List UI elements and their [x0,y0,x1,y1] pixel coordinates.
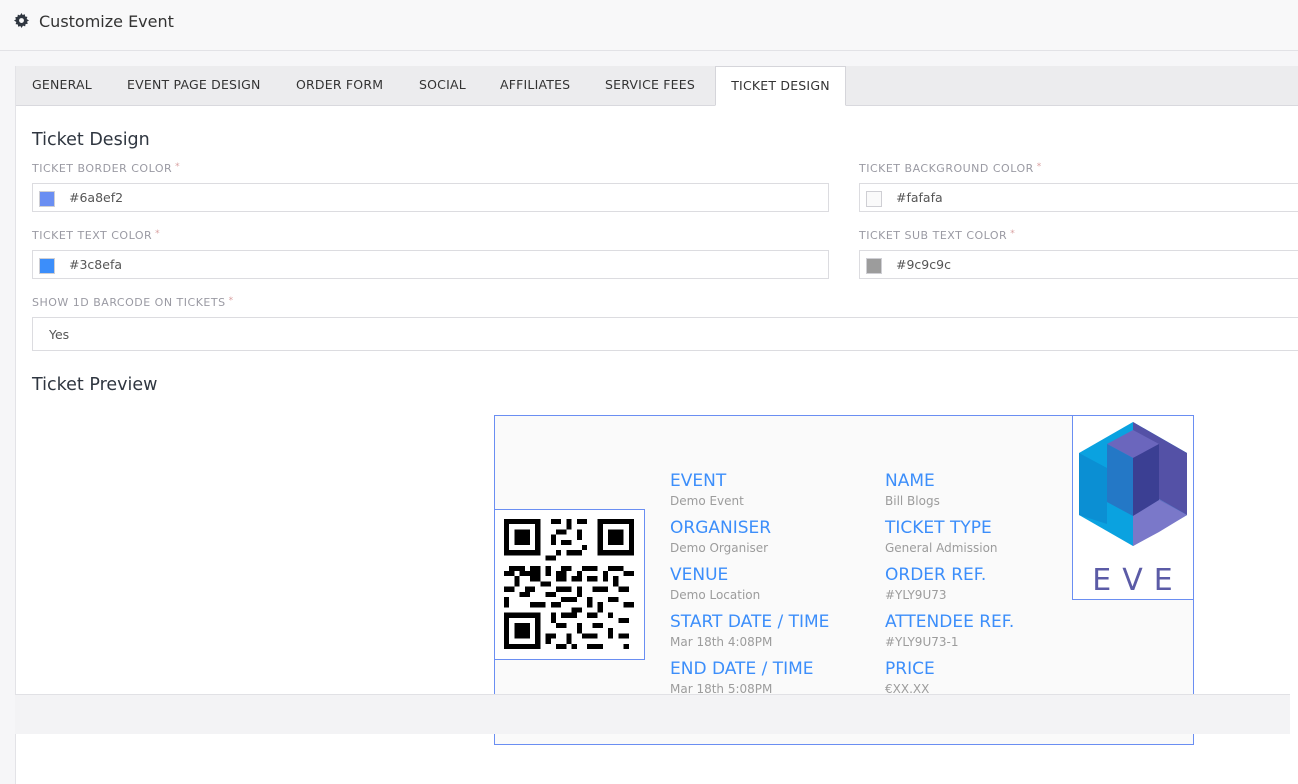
logo-cube-icon [1079,422,1187,546]
footer-bar [15,694,1290,734]
ticket-field-venue: VENUE Demo Location [670,565,761,602]
background-color-swatch[interactable] [866,191,882,207]
sub-text-color-input[interactable]: #9c9c9c [859,250,1298,279]
border-color-swatch[interactable] [39,191,55,207]
border-color-label: TICKET BORDER COLOR * [32,162,181,175]
modal-title: Customize Event [39,12,174,31]
sub-text-color-label: TICKET SUB TEXT COLOR * [859,229,1016,242]
border-color-input[interactable]: #6a8ef2 [32,183,829,212]
barcode-select[interactable]: Yes [32,317,1298,351]
tab-event-page-design[interactable]: EVENT PAGE DESIGN [127,66,261,106]
ticket-field-attendee-ref: ATTENDEE REF. #YLY9U73-1 [885,612,1015,649]
customize-panel: GENERAL EVENT PAGE DESIGN ORDER FORM SOC… [15,66,1298,784]
ticket-field-order-ref: ORDER REF. #YLY9U73 [885,565,987,602]
ticket-field-organiser: ORGANISER Demo Organiser [670,518,772,555]
ticket-preview-heading: Ticket Preview [32,375,158,395]
tab-affiliates[interactable]: AFFILIATES [500,66,570,106]
event-logo: EVE [1072,415,1194,600]
ticket-field-type: TICKET TYPE General Admission [885,518,998,555]
tab-ticket-design[interactable]: TICKET DESIGN [715,66,846,106]
qr-code [494,509,645,660]
text-color-label: TICKET TEXT COLOR * [32,229,161,242]
sub-text-color-swatch[interactable] [866,258,882,274]
tab-bar: GENERAL EVENT PAGE DESIGN ORDER FORM SOC… [16,66,1298,106]
tab-order-form[interactable]: ORDER FORM [296,66,383,106]
text-color-input[interactable]: #3c8efa [32,250,829,279]
background-color-label: TICKET BACKGROUND COLOR * [859,162,1042,175]
tab-general[interactable]: GENERAL [32,66,92,106]
ticket-field-start: START DATE / TIME Mar 18th 4:08PM [670,612,830,649]
ticket-design-heading: Ticket Design [32,130,150,150]
ticket-field-end: END DATE / TIME Mar 18th 5:08PM [670,659,814,696]
ticket-field-event: EVENT Demo Event [670,471,744,508]
gear-icon [14,13,29,28]
ticket-field-name: NAME Bill Blogs [885,471,940,508]
tab-service-fees[interactable]: SERVICE FEES [605,66,695,106]
background-color-input[interactable]: #fafafa [859,183,1298,212]
tab-social[interactable]: SOCIAL [419,66,466,106]
barcode-label: SHOW 1D BARCODE ON TICKETS * [32,296,234,309]
qr-code-icon [504,519,634,649]
modal-header: Customize Event [0,0,1298,51]
ticket-field-price: PRICE €XX.XX [885,659,935,696]
logo-wordmark: EVE [1092,563,1184,598]
text-color-swatch[interactable] [39,258,55,274]
